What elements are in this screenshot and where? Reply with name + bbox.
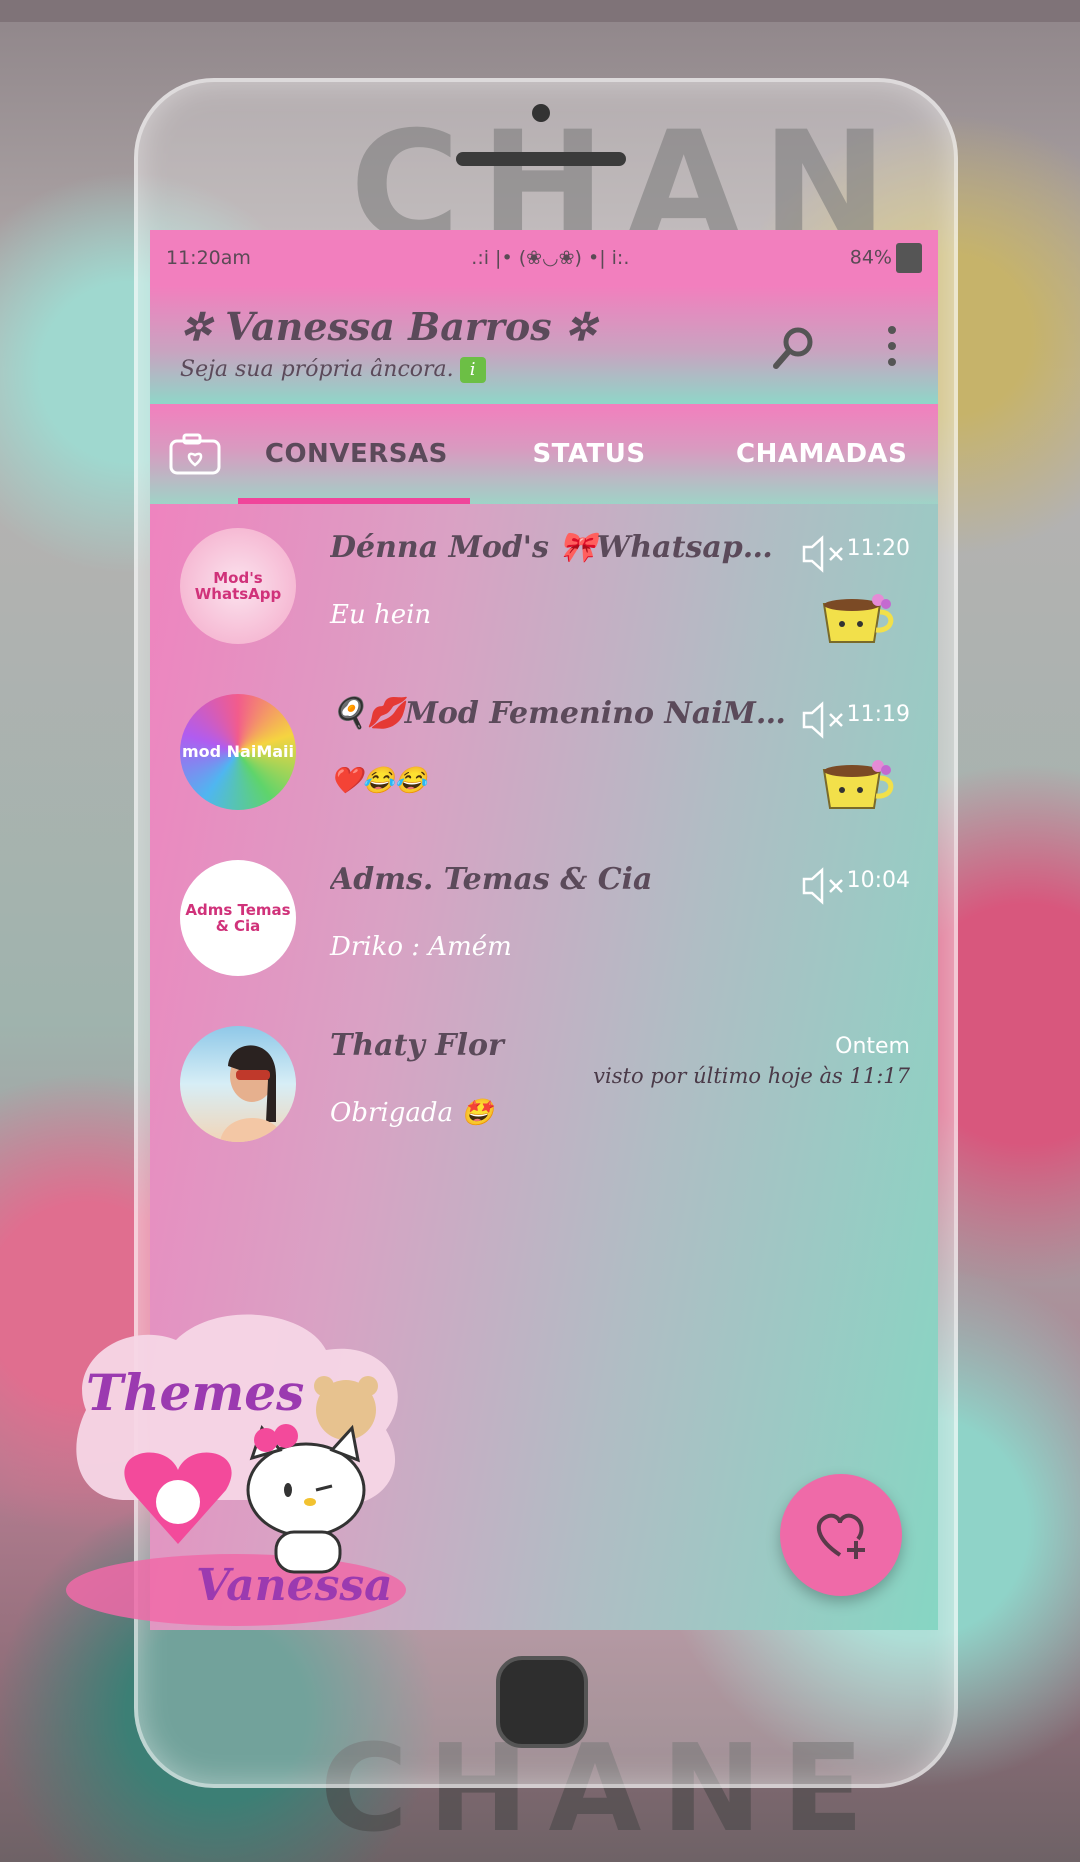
- chat-time: 11:19: [846, 702, 910, 727]
- chat-name: 🍳💋Mod Femenino NaiMaii💋🍳: [330, 696, 790, 731]
- avatar-label: mod NaiMaii: [181, 742, 295, 762]
- chat-time: 11:20: [846, 536, 910, 561]
- chat-time: 10:04: [846, 868, 910, 893]
- status-bar: 11:20am .:i |• (❀◡❀) •| i:. 84%: [150, 230, 938, 286]
- tab-status[interactable]: STATUS: [473, 439, 706, 469]
- heart-plus-icon: [816, 1513, 865, 1559]
- avatar-label: Mod's WhatsApp: [194, 568, 282, 603]
- mute-icon: [802, 867, 843, 905]
- sticker-top-text: Themes: [86, 1363, 304, 1422]
- chat-row[interactable]: mod NaiMaii 🍳💋Mod Femenino NaiMaii💋🍳 11:…: [150, 674, 938, 840]
- chat-last-message: Obrigada 🤩: [330, 1098, 494, 1128]
- phone-camera: [532, 104, 550, 122]
- phone-home-button: [496, 1656, 588, 1748]
- chat-avatar[interactable]: [180, 1026, 296, 1142]
- status-time: 11:20am: [166, 247, 251, 269]
- last-seen-status: visto por último hoje às 11:17: [593, 1064, 910, 1088]
- chat-last-message: Driko : Amém: [330, 932, 512, 962]
- tab-conversas[interactable]: CONVERSAS: [240, 439, 473, 469]
- phone-speaker: [456, 152, 626, 166]
- search-icon[interactable]: [768, 324, 818, 374]
- tab-chamadas[interactable]: CHAMADAS: [705, 439, 938, 469]
- battery-icon: [895, 243, 922, 273]
- chat-name: Thaty Flor: [330, 1028, 504, 1063]
- new-chat-button[interactable]: [780, 1474, 902, 1596]
- battery-indicator: 84%: [850, 243, 922, 273]
- info-badge-icon: i: [459, 357, 486, 383]
- teacup-unread-icon: [822, 760, 894, 809]
- profile-subtitle-text: Seja sua própria âncora.: [180, 357, 454, 382]
- person-photo-icon: [220, 1045, 284, 1142]
- chat-time: Ontem: [835, 1034, 910, 1059]
- active-tab-indicator: [238, 498, 470, 504]
- mute-icon: [802, 701, 843, 739]
- tab-camera[interactable]: [150, 431, 240, 477]
- more-options-icon[interactable]: [888, 326, 898, 366]
- top-strip: [0, 0, 1080, 22]
- battery-percent: 84%: [849, 246, 892, 269]
- mute-icon: [802, 535, 843, 573]
- chat-avatar[interactable]: Adms Temas & Cia: [180, 860, 296, 976]
- sticker-bottom-text: Vanessa: [196, 1560, 393, 1611]
- chat-row[interactable]: Adms Temas & Cia Adms. Temas & Cia 10:04…: [150, 840, 938, 1006]
- teacup-unread-icon: [822, 594, 894, 643]
- chat-name: Dénna Mod's 🎀Whatsapp Femin...: [330, 530, 790, 565]
- chat-row[interactable]: Mod's WhatsApp Dénna Mod's 🎀Whatsapp Fem…: [150, 508, 938, 674]
- chat-row[interactable]: Thaty Flor Ontem visto por último hoje à…: [150, 1006, 938, 1172]
- camera-icon: [169, 433, 221, 475]
- chat-last-message: Eu hein: [330, 600, 432, 630]
- chat-last-message: ❤️😂😂: [330, 766, 428, 796]
- tab-bar: CONVERSAS STATUS CHAMADAS: [150, 404, 938, 504]
- status-center-text: .:i |• (❀◡❀) •| i:.: [471, 247, 630, 269]
- hello-kitty-themes-sticker: Themes Vanessa: [66, 1314, 406, 1626]
- avatar-label: Adms Temas & Cia: [185, 900, 291, 935]
- chat-avatar[interactable]: mod NaiMaii: [180, 694, 296, 810]
- app-header: ✲ Vanessa Barros ✲ Seja sua própria ânco…: [150, 286, 938, 404]
- chat-avatar[interactable]: Mod's WhatsApp: [180, 528, 296, 644]
- chat-name: Adms. Temas & Cia: [330, 862, 653, 897]
